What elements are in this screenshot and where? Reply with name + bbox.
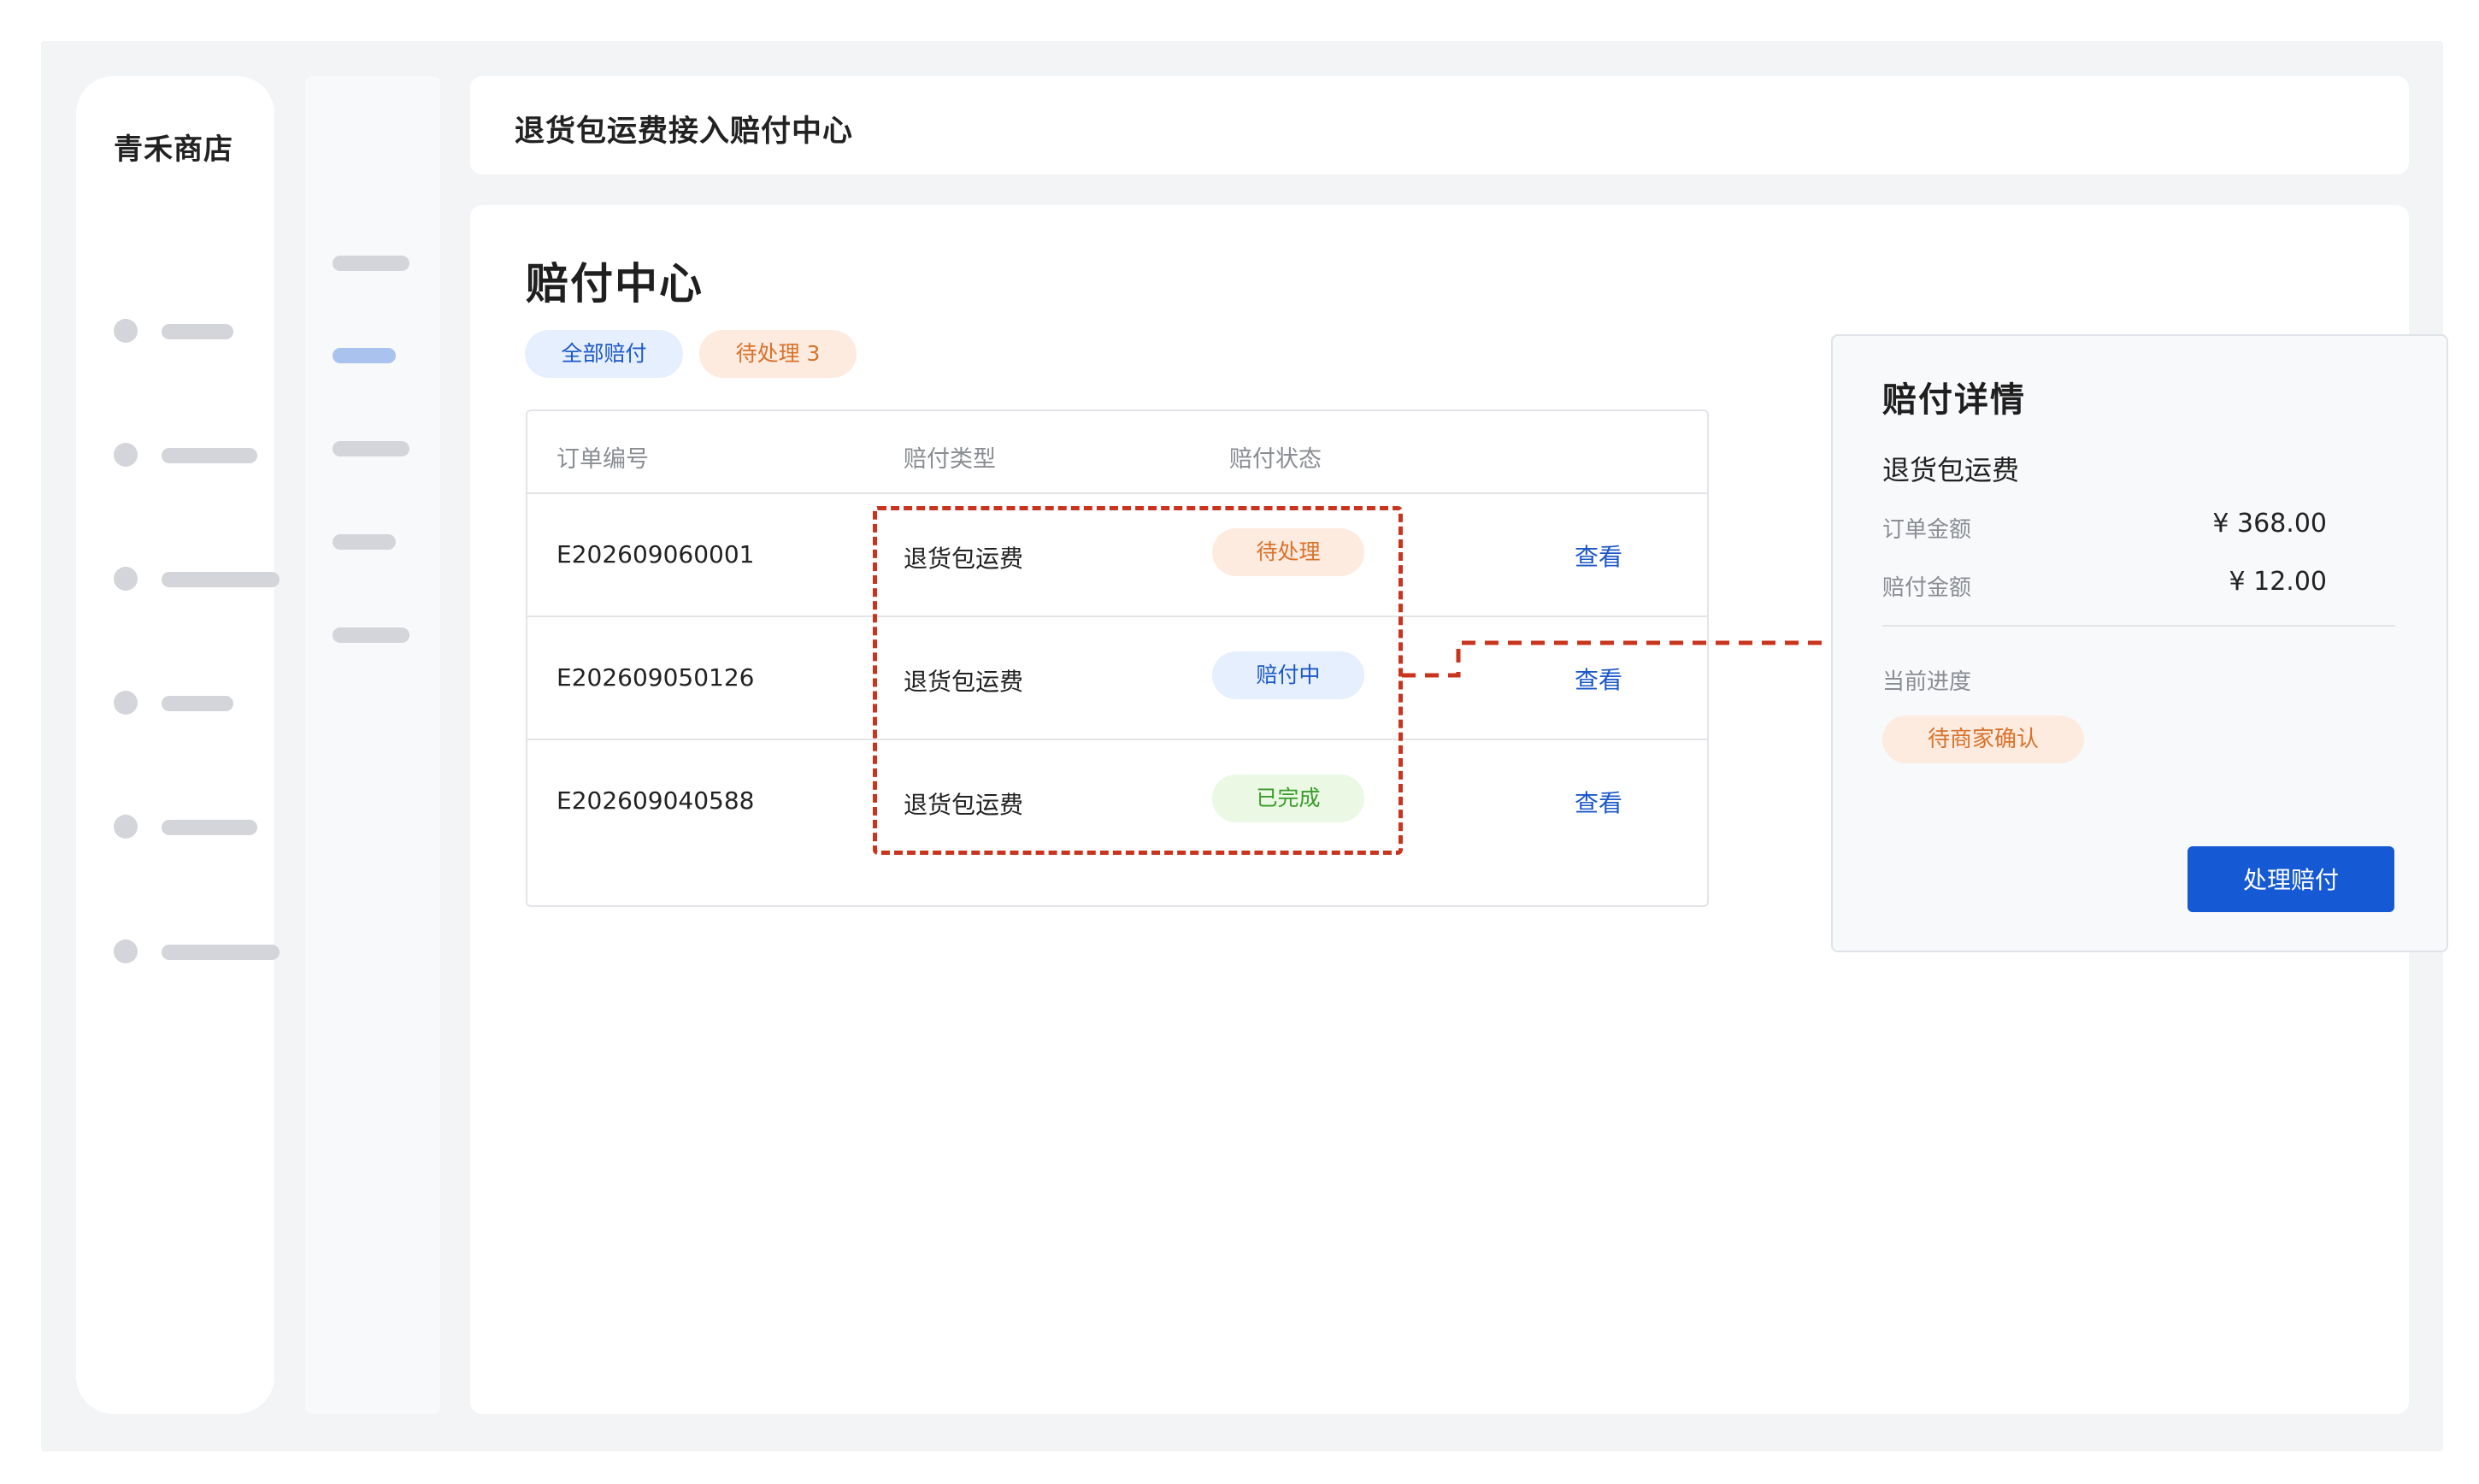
sidebar-item-4[interactable] [114, 689, 285, 715]
subnav-item-5[interactable] [333, 627, 409, 643]
subnav-item-1[interactable] [333, 256, 409, 271]
progress-status-badge: 待商家确认 [1882, 716, 2084, 763]
page-header: 退货包运费接入赔付中心 [470, 76, 2409, 174]
column-header-order-id: 订单编号 [556, 446, 649, 473]
nav-placeholder [162, 324, 233, 339]
view-link[interactable]: 查看 [1575, 785, 1622, 819]
sidebar-item-5[interactable] [114, 813, 285, 839]
process-claim-button[interactable]: 处理赔付 [2188, 846, 2394, 912]
tab-all-claims[interactable]: 全部赔付 [525, 330, 683, 378]
annotation-connector [1402, 640, 1833, 678]
detail-divider [1882, 625, 2395, 627]
claim-detail-panel: 赔付详情 退货包运费 订单金额 ¥ 368.00 赔付金额 ¥ 12.00 当前… [1831, 334, 2448, 952]
header-title: 退货包运费接入赔付中心 [515, 115, 854, 149]
order-id-cell: E202609050126 [556, 663, 755, 692]
order-id-cell: E202609060001 [556, 540, 755, 568]
nav-dot-icon [114, 691, 138, 715]
sidebar-item-3[interactable] [114, 565, 285, 591]
nav-dot-icon [114, 319, 138, 343]
nav-dot-icon [114, 815, 138, 839]
subnav-item-active[interactable] [333, 348, 396, 363]
order-amount-label: 订单金额 [1882, 517, 1972, 543]
detail-title: 赔付详情 [1882, 380, 2026, 420]
order-id-cell: E202609040588 [556, 786, 755, 815]
nav-placeholder [162, 572, 280, 587]
claim-amount-label: 赔付金额 [1882, 575, 1972, 601]
nav-dot-icon [114, 939, 138, 963]
sidebar-item-6[interactable] [114, 938, 285, 963]
subnav-item-3[interactable] [333, 441, 409, 456]
secondary-sidebar [305, 76, 440, 1414]
order-amount-value: ¥ 368.00 [2212, 509, 2327, 539]
nav-placeholder [162, 696, 233, 711]
column-header-claim-status: 赔付状态 [1229, 446, 1322, 473]
sidebar-item-1[interactable] [114, 317, 285, 343]
shop-name: 青禾商店 [114, 132, 233, 167]
claim-amount-value: ¥ 12.00 [2229, 567, 2327, 597]
progress-label: 当前进度 [1882, 669, 1972, 695]
detail-subtitle: 退货包运费 [1882, 454, 2020, 486]
page-title: 赔付中心 [526, 259, 704, 309]
nav-dot-icon [114, 567, 138, 591]
primary-sidebar: 青禾商店 [76, 76, 280, 1414]
nav-placeholder [162, 448, 257, 463]
tab-pending-claims[interactable]: 待处理 3 [699, 330, 857, 378]
subnav-item-4[interactable] [333, 534, 396, 550]
annotation-highlight-box [873, 506, 1403, 855]
nav-dot-icon [114, 443, 138, 467]
nav-placeholder [162, 820, 257, 835]
nav-placeholder [162, 945, 280, 960]
sidebar-item-2[interactable] [114, 441, 285, 467]
column-header-claim-type: 赔付类型 [904, 446, 996, 473]
view-link[interactable]: 查看 [1575, 539, 1622, 573]
